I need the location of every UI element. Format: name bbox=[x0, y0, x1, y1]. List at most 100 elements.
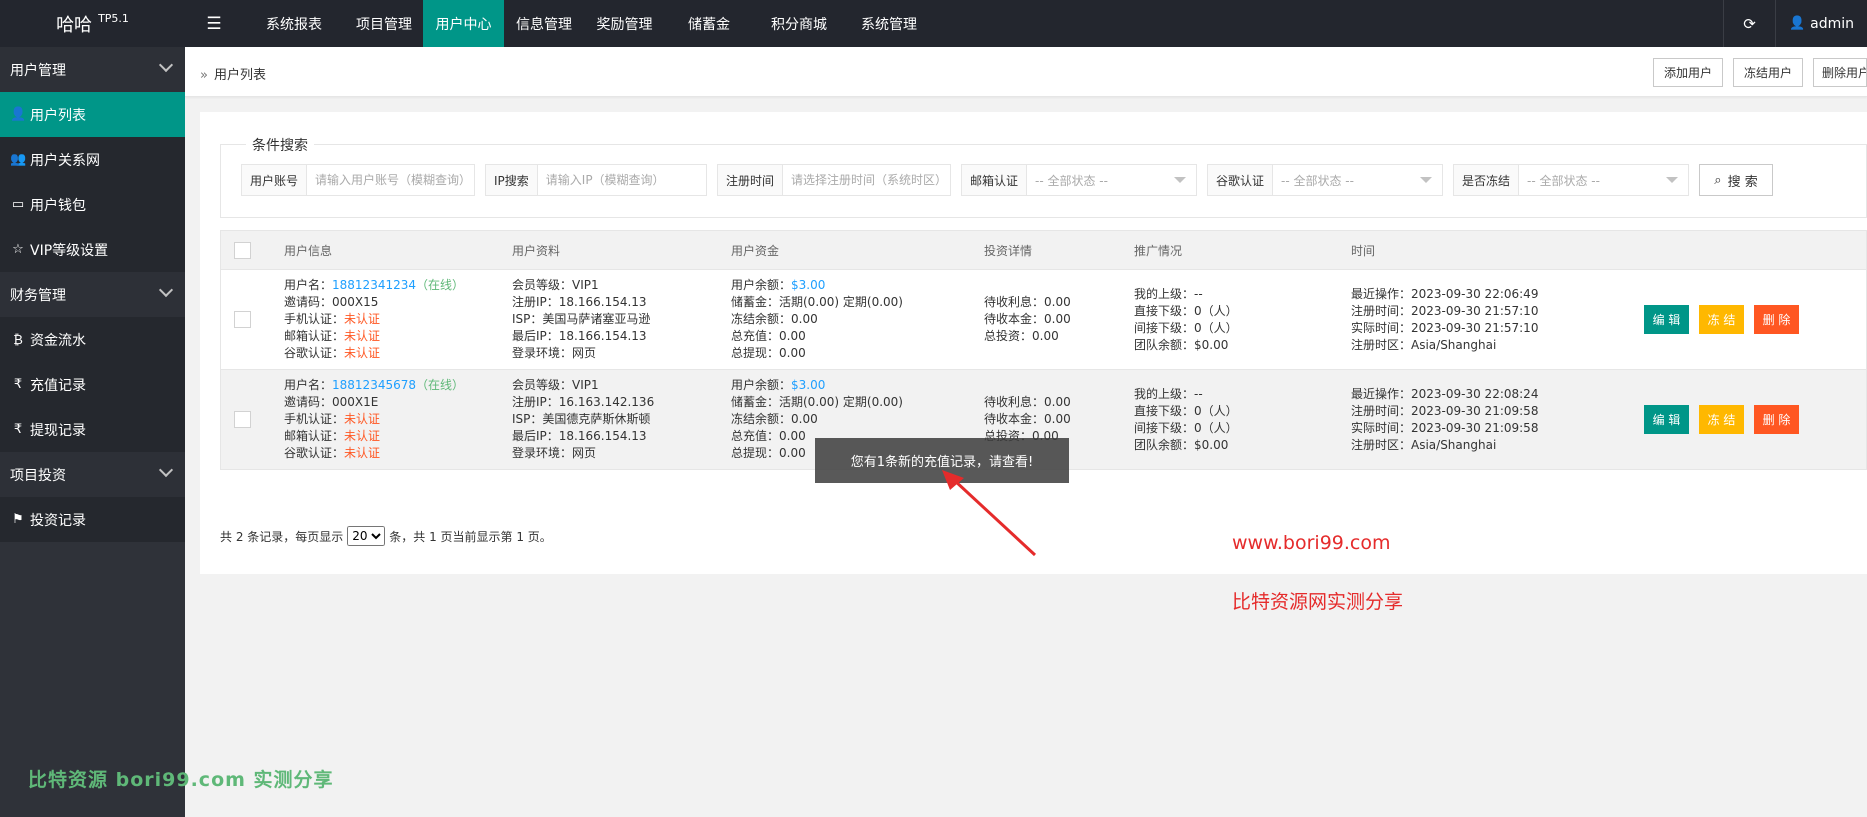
sidebar-item-label: 投资记录 bbox=[30, 512, 86, 529]
register-time: 注册时间：2023-09-30 21:57:10 bbox=[1351, 304, 1539, 318]
ip-search-input[interactable] bbox=[537, 165, 706, 195]
sidebar-item-withdraw-records[interactable]: ₹ 提现记录 bbox=[0, 407, 185, 452]
balance-value: $3.00 bbox=[791, 378, 826, 392]
total-withdraw: 总提现：0.00 bbox=[731, 346, 806, 360]
email-auth-label: 邮箱认证 bbox=[962, 165, 1028, 195]
sidebar-item-user-network[interactable]: 👥 用户关系网 bbox=[0, 137, 185, 182]
edit-button[interactable]: 编 辑 bbox=[1644, 305, 1689, 334]
promotion-cell: 我的上级：-- 直接下级：0（人） 间接下级：0（人） 团队余额：$0.00 bbox=[1134, 386, 1238, 454]
google-auth-label: 谷歌认证： bbox=[284, 346, 345, 360]
sidebar-item-label: 用户关系网 bbox=[30, 152, 100, 169]
nav-item-user-center[interactable]: 用户中心 bbox=[423, 0, 504, 47]
reg-time-group: 注册时间 bbox=[717, 164, 951, 196]
google-auth-status: 未认证 bbox=[344, 346, 381, 360]
online-status: （在线） bbox=[416, 278, 465, 292]
time-cell: 最近操作：2023-09-30 22:08:24 注册时间：2023-09-30… bbox=[1351, 386, 1538, 454]
delete-button[interactable]: 删 除 bbox=[1754, 305, 1799, 334]
balance-label: 用户余额： bbox=[731, 378, 792, 392]
account-label: 用户账号 bbox=[242, 165, 308, 195]
actual-time: 实际时间：2023-09-30 21:57:10 bbox=[1351, 321, 1539, 335]
search-legend: 条件搜索 bbox=[246, 135, 314, 155]
pagination: 共 2 条记录，每页显示 20 条，共 1 页当前显示第 1 页。 bbox=[220, 526, 552, 546]
sidebar-item-label: 用户列表 bbox=[30, 107, 86, 124]
login-env: 登录环境：网页 bbox=[512, 446, 597, 460]
user-menu[interactable]: 👤 admin bbox=[1775, 0, 1867, 47]
nav-item-savings[interactable]: 储蓄金 bbox=[665, 0, 753, 47]
frozen-select[interactable]: -- 全部状态 -- bbox=[1519, 165, 1688, 195]
search-icon: ⌕ bbox=[1714, 172, 1722, 188]
last-operation: 最近操作：2023-09-30 22:06:49 bbox=[1351, 287, 1539, 301]
flag-icon: ⚑ bbox=[12, 512, 24, 527]
username-link[interactable]: 18812345678 bbox=[332, 378, 416, 392]
nav-item-system[interactable]: 系统管理 bbox=[845, 0, 933, 47]
savings: 储蓄金：活期(0.00) 定期(0.00) bbox=[731, 295, 903, 309]
nav-item-rewards[interactable]: 奖励管理 bbox=[584, 0, 665, 47]
add-user-button[interactable]: 添加用户 bbox=[1653, 58, 1723, 87]
search-button[interactable]: ⌕ 搜 索 bbox=[1699, 164, 1773, 196]
column-header: 用户资金 bbox=[731, 244, 780, 258]
sidebar-item-label: 资金流水 bbox=[30, 332, 86, 349]
ip-search-group: IP搜索 bbox=[485, 164, 707, 196]
top-nav: 系统报表 项目管理 用户中心 信息管理 奖励管理 储蓄金 积分商城 系统管理 bbox=[243, 0, 933, 47]
refresh-icon[interactable]: ⟳ bbox=[1723, 0, 1775, 47]
frozen-group: 是否冻结 -- 全部状态 -- bbox=[1453, 164, 1689, 196]
username-link[interactable]: 18812341234 bbox=[332, 278, 416, 292]
delete-button[interactable]: 删 除 bbox=[1754, 405, 1799, 434]
sidebar-group-project-investment[interactable]: 项目投资 bbox=[0, 452, 185, 497]
email-auth-status: 未认证 bbox=[344, 429, 381, 443]
sidebar-group-user-management[interactable]: 用户管理 bbox=[0, 47, 185, 92]
select-all-checkbox[interactable] bbox=[234, 242, 251, 259]
sidebar-item-fund-flow[interactable]: ₿ 资金流水 bbox=[0, 317, 185, 362]
delete-user-button[interactable]: 删除用户 bbox=[1813, 58, 1867, 87]
nav-item-projects[interactable]: 项目管理 bbox=[345, 0, 423, 47]
sidebar-item-investment-records[interactable]: ⚑ 投资记录 bbox=[0, 497, 185, 542]
freeze-button[interactable]: 冻 结 bbox=[1699, 305, 1744, 334]
table-header: 用户信息 用户资料 用户资金 投资详情 推广情况 时间 bbox=[220, 230, 1867, 270]
column-header: 投资详情 bbox=[984, 244, 1033, 258]
email-auth-select[interactable]: -- 全部状态 -- bbox=[1027, 165, 1196, 195]
nav-item-points-mall[interactable]: 积分商城 bbox=[753, 0, 845, 47]
edit-button[interactable]: 编 辑 bbox=[1644, 405, 1689, 434]
sidebar-item-user-wallet[interactable]: ▭ 用户钱包 bbox=[0, 182, 185, 227]
sidebar-item-user-list[interactable]: 👤 用户列表 bbox=[0, 92, 185, 137]
indirect-subordinates: 间接下级：0（人） bbox=[1134, 421, 1238, 435]
sidebar-group-finance[interactable]: 财务管理 bbox=[0, 272, 185, 317]
email-auth-label: 邮箱认证： bbox=[284, 329, 345, 343]
select-value: -- 全部状态 -- bbox=[1035, 173, 1108, 188]
ip-label: IP搜索 bbox=[486, 165, 538, 195]
logo-version: TP5.1 bbox=[98, 12, 129, 25]
sidebar-item-vip-settings[interactable]: ☆ VIP等级设置 bbox=[0, 227, 185, 272]
reg-time-label: 注册时间 bbox=[718, 165, 784, 195]
menu-toggle-icon[interactable]: ☰ bbox=[185, 0, 243, 47]
superior: 我的上级：-- bbox=[1134, 287, 1203, 301]
logo-title: 哈哈 bbox=[56, 14, 93, 36]
register-timezone: 注册时区：Asia/Shanghai bbox=[1351, 338, 1497, 352]
email-auth-status: 未认证 bbox=[344, 329, 381, 343]
sidebar-item-recharge-records[interactable]: ₹ 充值记录 bbox=[0, 362, 185, 407]
phone-auth-label: 手机认证： bbox=[284, 312, 345, 326]
username-label: admin bbox=[1810, 15, 1855, 32]
invite-code: 邀请码：000X1E bbox=[284, 395, 379, 409]
breadcrumb-bar: » 用户列表 添加用户 冻结用户 删除用户 bbox=[185, 47, 1867, 97]
google-auth-select[interactable]: -- 全部状态 -- bbox=[1273, 165, 1442, 195]
account-search-group: 用户账号 bbox=[241, 164, 475, 196]
total-recharge: 总充值：0.00 bbox=[731, 329, 806, 343]
freeze-user-button[interactable]: 冻结用户 bbox=[1733, 58, 1803, 87]
frozen-balance: 冻结余额：0.00 bbox=[731, 312, 818, 326]
freeze-button[interactable]: 冻 结 bbox=[1699, 405, 1744, 434]
phone-auth-status: 未认证 bbox=[344, 412, 381, 426]
member-level: 会员等级：VIP1 bbox=[512, 378, 599, 392]
register-timezone: 注册时区：Asia/Shanghai bbox=[1351, 438, 1497, 452]
last-operation: 最近操作：2023-09-30 22:08:24 bbox=[1351, 387, 1539, 401]
row-checkbox[interactable] bbox=[234, 411, 251, 428]
isp: ISP：美国马萨诸塞亚马逊 bbox=[512, 312, 651, 326]
nav-item-info[interactable]: 信息管理 bbox=[504, 0, 584, 47]
account-search-input[interactable] bbox=[307, 165, 474, 195]
reg-time-input[interactable] bbox=[783, 165, 950, 195]
page-size-select[interactable]: 20 bbox=[347, 526, 386, 546]
chevron-down-icon bbox=[158, 462, 174, 478]
nav-item-reports[interactable]: 系统报表 bbox=[243, 0, 345, 47]
promotion-cell: 我的上级：-- 直接下级：0（人） 间接下级：0（人） 团队余额：$0.00 bbox=[1134, 286, 1238, 354]
user-profile-cell: 会员等级：VIP1 注册IP：18.166.154.13 ISP：美国马萨诸塞亚… bbox=[512, 277, 650, 362]
row-checkbox[interactable] bbox=[234, 311, 251, 328]
